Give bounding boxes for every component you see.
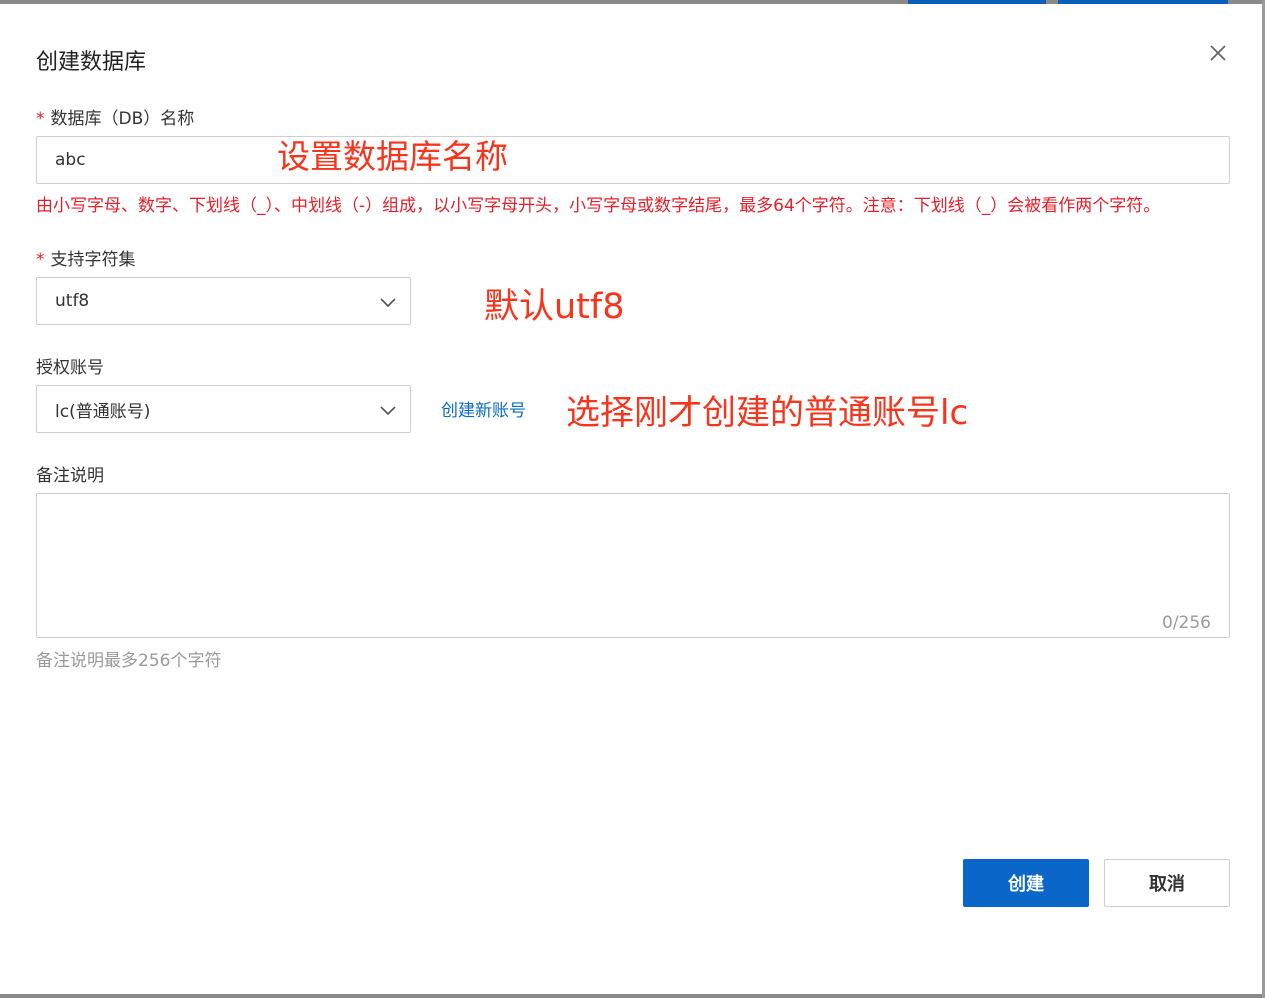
create-account-link[interactable]: 创建新账号 <box>441 396 526 421</box>
account-value: lc(普通账号) <box>55 401 151 422</box>
cancel-button[interactable]: 取消 <box>1104 859 1230 907</box>
window-bottom-border <box>0 994 1265 998</box>
account-select[interactable]: lc(普通账号) <box>36 385 411 433</box>
top-blue-strip-1 <box>908 0 1046 4</box>
charset-select[interactable]: utf8 <box>36 277 411 325</box>
close-button[interactable] <box>1206 41 1230 65</box>
account-label: 授权账号 <box>36 358 104 378</box>
remark-char-counter: 0/256 <box>1162 613 1211 633</box>
required-mark: * <box>36 250 45 270</box>
charset-label: 支持字符集 <box>50 250 136 270</box>
remark-hint: 备注说明最多256个字符 <box>36 651 222 671</box>
remark-label: 备注说明 <box>36 466 104 486</box>
db-name-hint: 由小写字母、数字、下划线（_）、中划线（-）组成，以小写字母开头，小写字母或数字… <box>36 196 1161 216</box>
charset-annotation: 默认utf8 <box>484 287 625 327</box>
create-button[interactable]: 创建 <box>963 859 1089 907</box>
db-name-value: abc <box>55 150 86 170</box>
top-blue-strip-2 <box>1058 0 1228 4</box>
chevron-down-icon <box>380 406 396 416</box>
charset-value: utf8 <box>55 291 90 311</box>
db-name-input[interactable]: abc <box>36 136 1230 184</box>
remark-textarea[interactable]: 0/256 <box>36 493 1230 638</box>
required-mark: * <box>36 109 45 129</box>
db-name-annotation: 设置数据库名称 <box>277 137 508 176</box>
dialog-title: 创建数据库 <box>36 50 147 75</box>
charset-label-row: * 支持字符集 <box>36 245 136 270</box>
account-annotation: 选择刚才创建的普通账号lc <box>566 393 969 433</box>
db-name-label: 数据库（DB）名称 <box>50 109 195 129</box>
close-icon <box>1210 45 1226 61</box>
window-top-border <box>0 0 1265 4</box>
db-name-label-row: * 数据库（DB）名称 <box>36 104 194 129</box>
chevron-down-icon <box>380 298 396 308</box>
